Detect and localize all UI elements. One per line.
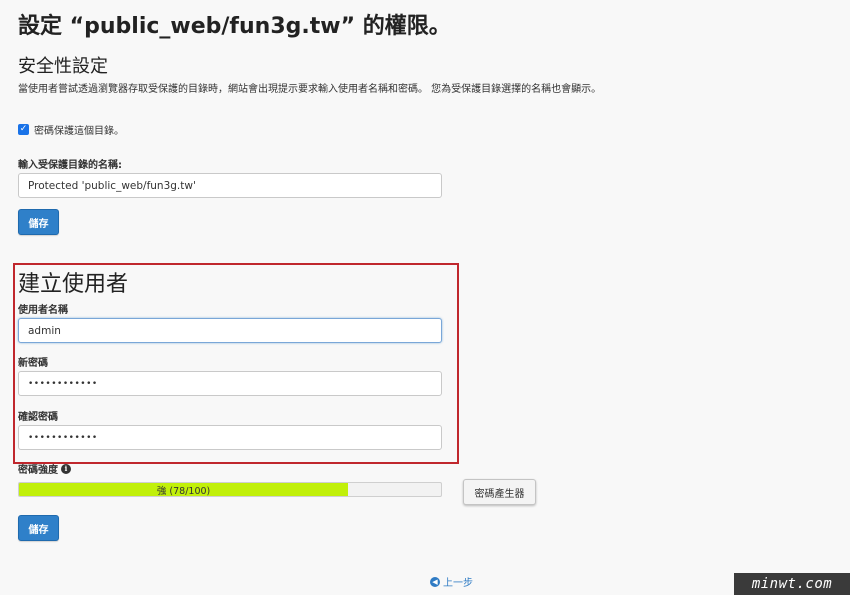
- confirm-password-label: 確認密碼: [18, 412, 58, 423]
- password-generator-button[interactable]: 密碼產生器: [463, 479, 536, 505]
- protect-directory-checkbox[interactable]: ✓: [18, 124, 29, 135]
- info-icon[interactable]: i: [61, 463, 71, 474]
- password-strength-text: 密碼強度: [18, 465, 58, 476]
- protect-directory-row[interactable]: ✓ 密碼保護這個目錄。: [18, 122, 124, 137]
- page-title: 設定 “public_web/fun3g.tw” 的權限。: [18, 14, 451, 39]
- username-input[interactable]: admin: [18, 318, 442, 343]
- back-link-label: 上一步: [443, 578, 473, 589]
- security-description: 當使用者嘗試透過瀏覽器存取受保護的目錄時，網站會出現提示要求輸入使用者名稱和密碼…: [18, 84, 602, 95]
- watermark: minwt.com: [734, 573, 850, 595]
- back-link[interactable]: ◀ 上一步: [430, 574, 473, 589]
- arrow-left-circle-icon: ◀: [430, 576, 440, 587]
- dir-name-label: 輸入受保護目錄的名稱:: [18, 160, 122, 171]
- protect-directory-label: 密碼保護這個目錄。: [34, 126, 124, 137]
- password-strength-bar: 強 (78/100): [18, 482, 442, 497]
- username-label: 使用者名稱: [18, 305, 68, 316]
- security-heading: 安全性設定: [18, 56, 108, 77]
- password-strength-label: 密碼強度 i: [18, 461, 71, 476]
- new-password-label: 新密碼: [18, 358, 48, 369]
- confirm-password-input[interactable]: ••••••••••••: [18, 425, 442, 450]
- save-security-button[interactable]: 儲存: [18, 209, 59, 235]
- password-strength-value: 強 (78/100): [156, 485, 211, 497]
- new-password-input[interactable]: ••••••••••••: [18, 371, 442, 396]
- dir-name-input[interactable]: Protected 'public_web/fun3g.tw': [18, 173, 442, 198]
- save-user-button[interactable]: 儲存: [18, 515, 59, 541]
- create-user-heading: 建立使用者: [18, 272, 129, 297]
